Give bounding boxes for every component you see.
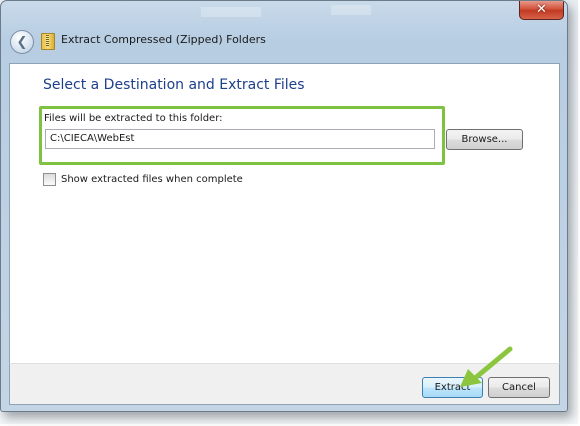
main-content: Select a Destination and Extract Files F… bbox=[9, 63, 560, 364]
pointer-arrow-icon bbox=[460, 346, 513, 387]
back-arrow-icon: ❮ bbox=[16, 34, 28, 50]
close-icon: ✕ bbox=[536, 2, 547, 17]
show-files-label: Show extracted files when complete bbox=[61, 174, 243, 185]
destination-path-input[interactable]: C:\CIECA\WebEst bbox=[45, 129, 435, 149]
zip-folder-icon bbox=[41, 33, 55, 50]
glass-reflection bbox=[201, 7, 261, 17]
back-button[interactable]: ❮ bbox=[10, 30, 34, 54]
page-heading: Select a Destination and Extract Files bbox=[43, 77, 305, 93]
destination-label: Files will be extracted to this folder: bbox=[44, 113, 223, 124]
browse-button[interactable]: Browse... bbox=[446, 129, 523, 150]
close-button[interactable]: ✕ bbox=[519, 1, 564, 20]
show-files-option[interactable]: Show extracted files when complete bbox=[43, 173, 243, 186]
show-files-checkbox[interactable] bbox=[43, 173, 56, 186]
glass-reflection bbox=[331, 5, 371, 15]
window-title: Extract Compressed (Zipped) Folders bbox=[61, 33, 266, 46]
